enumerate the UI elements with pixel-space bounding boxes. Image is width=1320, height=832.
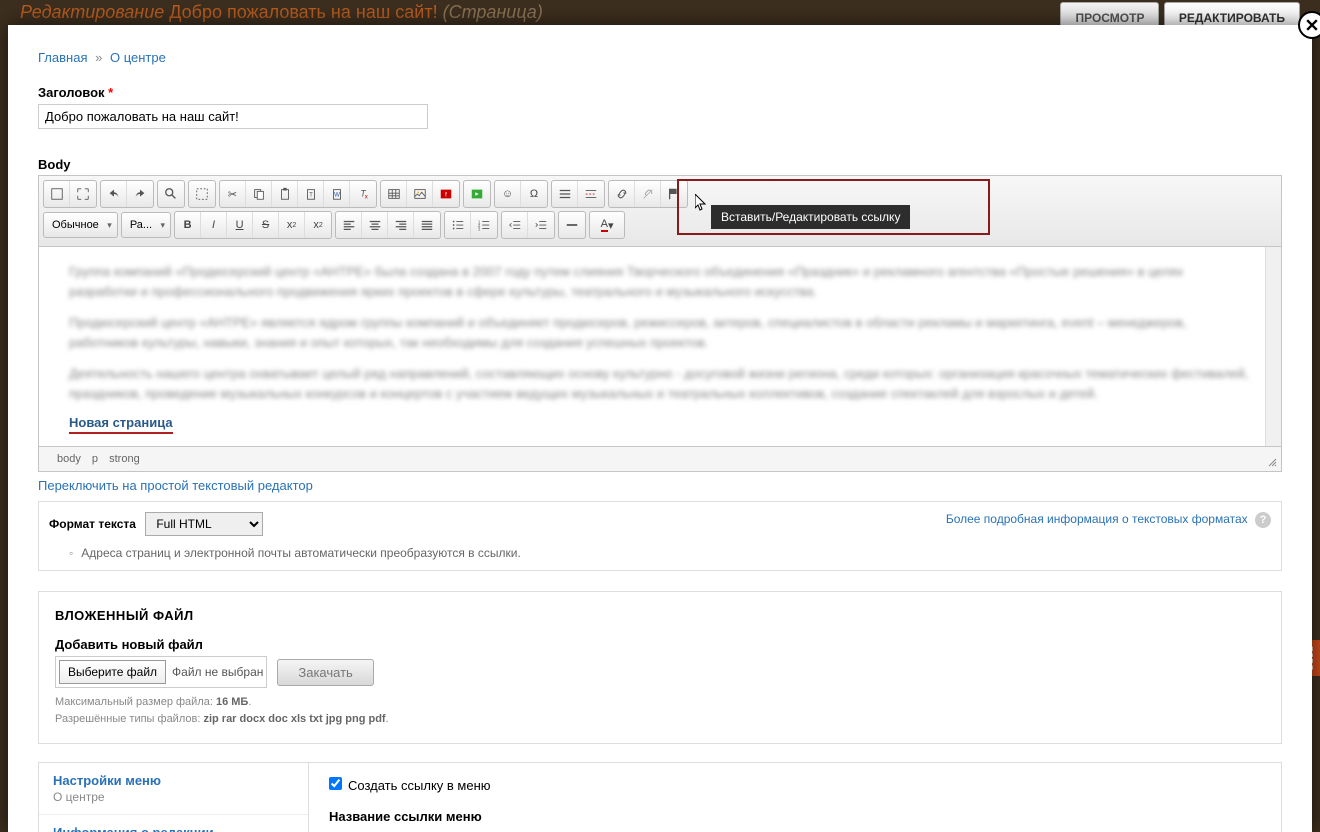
undo-button[interactable]	[101, 181, 127, 207]
path-strong[interactable]: strong	[109, 453, 140, 465]
bulletlist-button[interactable]	[445, 212, 471, 238]
no-file-text: Файл не выбран	[172, 665, 263, 679]
underline-button[interactable]: U	[227, 212, 253, 238]
bottom-panel: Настройки меню О центре Информация о ред…	[38, 762, 1282, 832]
selectall-button[interactable]	[189, 181, 215, 207]
breadcrumb: Главная » О центре	[38, 50, 1282, 65]
close-button[interactable]	[1298, 11, 1320, 39]
body-paragraph: Группа компаний «Продюсерский центр «АНТ…	[69, 262, 1251, 301]
required-marker: *	[108, 85, 113, 100]
flash-button[interactable]: f	[433, 181, 459, 207]
copy-button[interactable]	[246, 181, 272, 207]
header-suffix: (Страница)	[443, 2, 543, 22]
superscript-button[interactable]: x2	[305, 212, 331, 238]
breadcrumb-sep: »	[95, 50, 102, 65]
format-label: Формат текста	[49, 517, 136, 531]
paragraph-select[interactable]: Ра...	[121, 212, 171, 238]
breadcrumb-home[interactable]: Главная	[38, 50, 87, 65]
tooltip: Вставить/Редактировать ссылку	[711, 205, 910, 229]
align-right-button[interactable]	[388, 212, 414, 238]
maximize-button[interactable]	[70, 181, 96, 207]
italic-button[interactable]: I	[201, 212, 227, 238]
indent-button[interactable]	[528, 212, 554, 238]
body-link[interactable]: Новая страница	[69, 415, 173, 434]
svg-text:x: x	[365, 193, 368, 200]
body-paragraph: Деятельность нашего центра охватывает це…	[69, 364, 1251, 403]
hr-button[interactable]	[552, 181, 578, 207]
format-select-dropdown[interactable]: Full HTML	[145, 512, 263, 536]
modal: Главная » О центре Заголовок * Body ✂ T W T…	[8, 25, 1312, 832]
title-label: Заголовок *	[38, 85, 1282, 100]
header-prefix: Редактирование	[20, 2, 164, 22]
paste-text-button[interactable]: T	[298, 181, 324, 207]
source-button[interactable]	[44, 181, 70, 207]
editor-body[interactable]: Группа компаний «Продюсерский центр «АНТ…	[38, 247, 1282, 447]
blockquote-button[interactable]	[559, 212, 585, 238]
path-body[interactable]: body	[57, 453, 81, 465]
smiley-button[interactable]: ☺	[495, 181, 521, 207]
strike-button[interactable]: S	[253, 212, 279, 238]
tab-menu-settings[interactable]: Настройки меню О центре	[39, 763, 308, 815]
paste-word-button[interactable]: W	[324, 181, 350, 207]
attach-subtitle: Добавить новый файл	[55, 637, 1265, 652]
title-input[interactable]	[38, 104, 428, 129]
checkbox-label[interactable]: Создать ссылку в меню	[329, 778, 491, 793]
cut-button[interactable]: ✂	[220, 181, 246, 207]
breadcrumb-about[interactable]: О центре	[110, 50, 166, 65]
body-label: Body	[38, 157, 1282, 172]
svg-text:T: T	[309, 192, 313, 199]
numberlist-button[interactable]: 123	[471, 212, 497, 238]
attach-title: ВЛОЖЕННЫЙ ФАЙЛ	[55, 608, 1265, 623]
create-link-checkbox[interactable]	[329, 777, 342, 790]
editor-toolbar: ✂ T W Tx f ☺Ω Обычное Ра... BIUSx2x2 123 A▾	[38, 175, 1282, 247]
remove-format-button[interactable]: Tx	[350, 181, 376, 207]
header-title: Добро пожаловать на наш сайт!	[169, 2, 437, 22]
align-justify-button[interactable]	[414, 212, 440, 238]
image-button[interactable]	[407, 181, 433, 207]
svg-text:W: W	[334, 192, 340, 199]
outdent-button[interactable]	[502, 212, 528, 238]
editor-path: body p strong	[38, 447, 1282, 472]
switch-editor-link[interactable]: Переключить на простой текстовый редакто…	[38, 478, 313, 493]
upload-button[interactable]: Закачать	[277, 659, 373, 686]
redo-button[interactable]	[127, 181, 153, 207]
anchor-button[interactable]	[661, 181, 687, 207]
resize-icon[interactable]	[1265, 455, 1277, 467]
format-select[interactable]: Обычное	[43, 212, 118, 238]
svg-text:3: 3	[478, 226, 481, 231]
bold-button[interactable]: B	[175, 212, 201, 238]
format-help-link[interactable]: Более подробная информация о текстовых ф…	[946, 512, 1248, 526]
media-button[interactable]	[464, 181, 490, 207]
file-hints: Максимальный размер файла: 16 МБ. Разреш…	[55, 694, 1265, 727]
align-left-button[interactable]	[336, 212, 362, 238]
body-paragraph: Продюсерский центр «АНТРЕ» является ядро…	[69, 313, 1251, 352]
cursor-icon	[695, 194, 711, 219]
textcolor-button[interactable]: A▾	[590, 212, 624, 238]
unlink-button[interactable]	[635, 181, 661, 207]
link-button[interactable]	[609, 181, 635, 207]
scrollbar[interactable]	[1265, 247, 1281, 446]
menu-title-label: Название ссылки меню	[329, 809, 1261, 824]
path-p[interactable]: p	[92, 453, 98, 465]
format-row: Формат текста Full HTML Более подробная …	[38, 501, 1282, 571]
find-button[interactable]	[158, 181, 184, 207]
choose-file-button[interactable]: Выберите файл	[59, 660, 166, 684]
tab-revision-info[interactable]: Информация о редакции	[39, 815, 308, 832]
align-center-button[interactable]	[362, 212, 388, 238]
close-icon	[1306, 19, 1318, 31]
table-button[interactable]	[381, 181, 407, 207]
format-hint: Адреса страниц и электронной почты автом…	[49, 546, 1271, 560]
pagebreak-button[interactable]	[578, 181, 604, 207]
paste-button[interactable]	[272, 181, 298, 207]
svg-text:f: f	[445, 192, 447, 199]
attachment-box: ВЛОЖЕННЫЙ ФАЙЛ Добавить новый файл Выбер…	[38, 591, 1282, 744]
help-icon[interactable]: ?	[1255, 512, 1271, 528]
specialchar-button[interactable]: Ω	[521, 181, 547, 207]
subscript-button[interactable]: x2	[279, 212, 305, 238]
